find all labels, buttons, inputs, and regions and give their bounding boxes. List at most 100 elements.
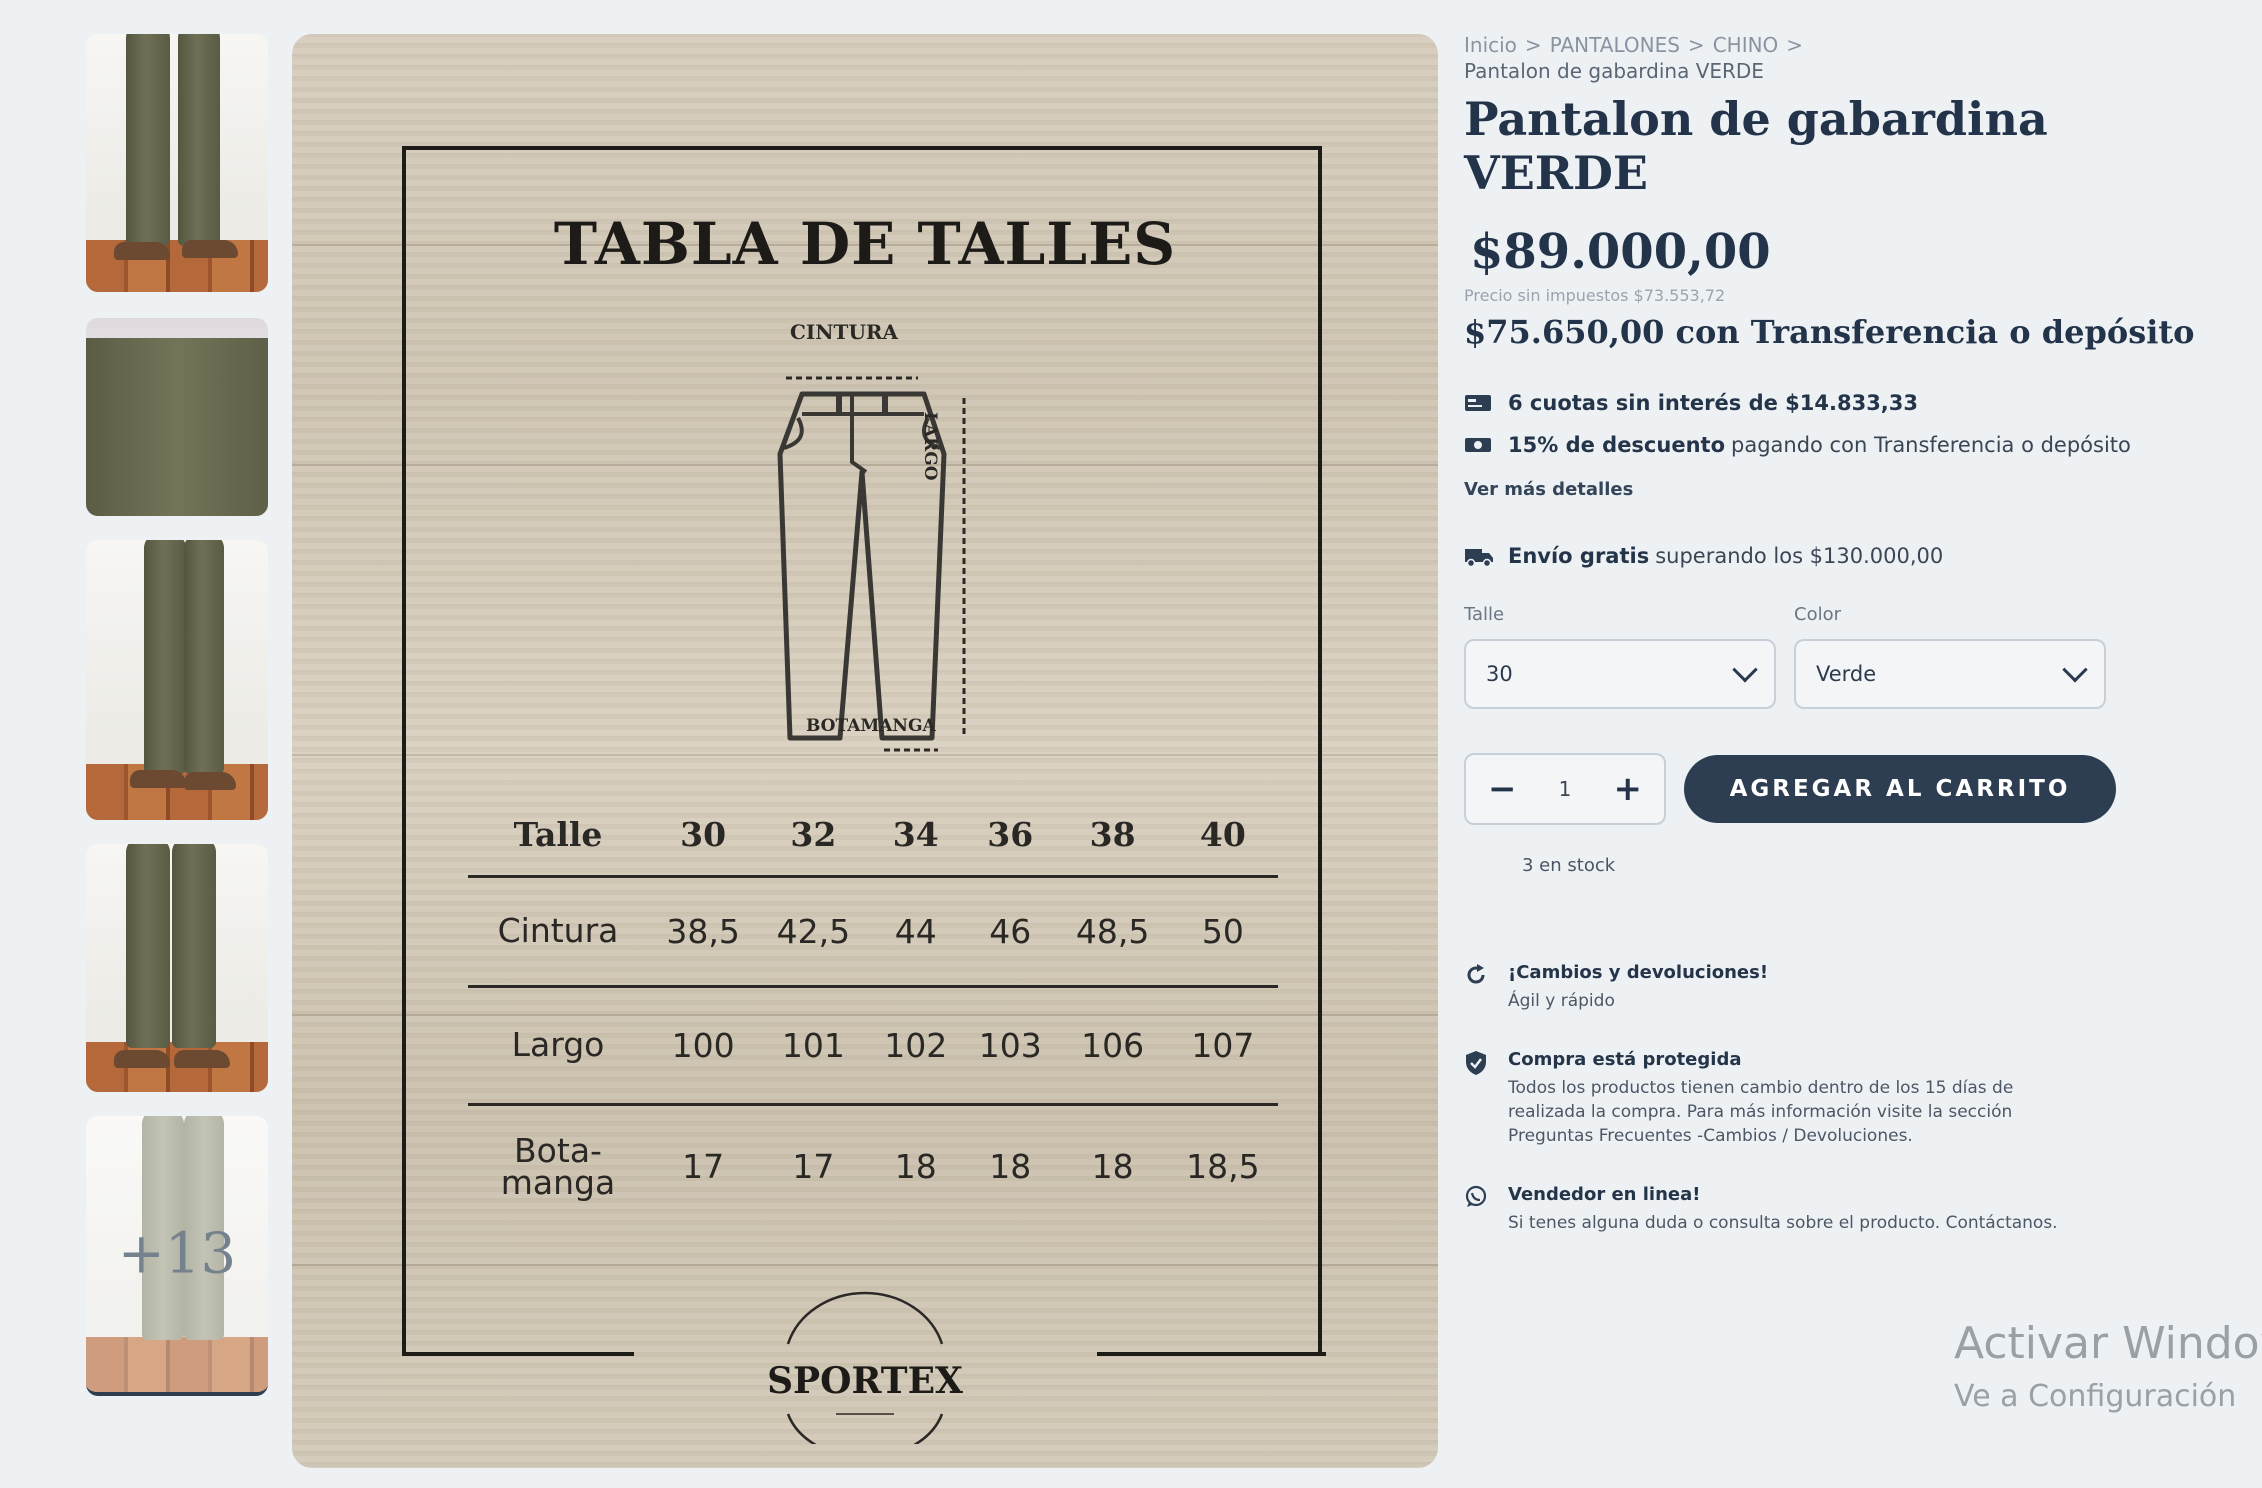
transfer-price: $75.650,00 con Transferencia o depósito (1464, 313, 2195, 351)
brand-name: SPORTEX (767, 1360, 963, 1402)
product-price: $89.000,00 (1470, 224, 1771, 280)
feature-desc: Ágil y rápido (1508, 991, 1615, 1011)
page-title: Pantalon de gabardina VERDE (1464, 92, 2224, 200)
discount-bold: 15% de descuento (1508, 433, 1725, 457)
size-select-value: 30 (1486, 662, 1513, 686)
row-label-waist: Cintura (497, 911, 619, 950)
size-col: 34 (892, 814, 939, 854)
truck-icon (1464, 546, 1493, 568)
discount-rest: pagando con Transferencia o depósito (1731, 433, 2131, 457)
feature-returns: ¡Cambios y devoluciones! Ágil y rápido (1464, 962, 2224, 1013)
table-cell: 100 (671, 1025, 735, 1065)
watermark-line2: Ve a Configuración (1954, 1379, 2237, 1414)
watermark-line1: Activar Windows (1954, 1318, 2262, 1369)
table-cell: 102 (884, 1025, 948, 1065)
row-label-hem-line2: manga (500, 1162, 616, 1202)
size-select-group: Talle 30 (1464, 604, 1776, 709)
windows-activation-watermark: Activar Windows Ve a Configuración (1954, 1318, 2262, 1414)
installments-text: 6 cuotas sin interés de $14.833,33 (1508, 391, 1919, 415)
breadcrumb-link-category[interactable]: PANTALONES (1550, 33, 1680, 57)
logo-arcs-icon (786, 1291, 944, 1459)
cash-icon (1464, 435, 1492, 455)
variant-selectors: Talle 30 Color Verde (1464, 604, 2224, 709)
feature-desc: Si tenes alguna duda o consulta sobre el… (1508, 1213, 2058, 1233)
size-col: 38 (1089, 814, 1136, 854)
table-cell: 18 (894, 1147, 937, 1187)
table-cell: 18 (1091, 1147, 1134, 1187)
size-select[interactable]: 30 (1464, 639, 1776, 709)
breadcrumb-link-home[interactable]: Inicio (1464, 33, 1517, 57)
feature-seller-online: Vendedor en linea! Si tenes alguna duda … (1464, 1184, 2224, 1235)
more-images-count: +13 (117, 1221, 237, 1287)
chevron-down-icon (2062, 657, 2088, 683)
quantity-stepper: − 1 + (1464, 753, 1666, 825)
free-shipping-info: Envío gratis superando los $130.000,00 (1464, 544, 2224, 568)
thumbnail-4[interactable] (86, 844, 268, 1092)
thumbnail-2[interactable] (86, 318, 268, 516)
quantity-decrease-button[interactable]: − (1488, 772, 1517, 806)
add-to-cart-button[interactable]: AGREGAR AL CARRITO (1684, 755, 2116, 823)
breadcrumb-separator: > (1786, 33, 1804, 57)
table-cell: 106 (1081, 1025, 1145, 1065)
size-select-label: Talle (1464, 604, 1505, 625)
feature-title: ¡Cambios y devoluciones! (1508, 962, 1769, 983)
whatsapp-icon (1464, 1185, 1492, 1235)
frame-bottom-right (1097, 1352, 1326, 1356)
free-shipping-rest: superando los $130.000,00 (1655, 544, 1944, 568)
color-select[interactable]: Verde (1794, 639, 2106, 709)
table-cell: 50 (1201, 911, 1244, 951)
page-title-line1: Pantalon de gabardina (1464, 92, 2048, 146)
breadcrumb-separator: > (1687, 33, 1705, 57)
table-cell: 17 (792, 1147, 835, 1187)
quantity-input[interactable]: 1 (1559, 777, 1572, 801)
table-cell: 46 (989, 911, 1032, 951)
thumbnail-more[interactable]: +13 (86, 1116, 268, 1396)
table-row: Bota- manga 17 17 18 18 18 18,5 (468, 1104, 1278, 1228)
free-shipping-bold: Envío gratis (1508, 544, 1650, 568)
size-header-label: Talle (513, 814, 603, 854)
color-select-value: Verde (1816, 662, 1877, 686)
size-col: 40 (1199, 814, 1246, 854)
price-without-tax: Precio sin impuestos $73.553,72 (1464, 286, 1726, 305)
chevron-down-icon (1732, 657, 1758, 683)
color-select-label: Color (1794, 604, 1841, 625)
thumbnail-3[interactable] (86, 540, 268, 820)
feature-protected: Compra está protegida Todos los producto… (1464, 1049, 2224, 1148)
table-cell: 103 (978, 1025, 1042, 1065)
more-details-link[interactable]: Ver más detalles (1464, 479, 2224, 500)
size-col: 32 (790, 814, 837, 854)
product-info: Inicio > PANTALONES > CHINO > Pantalon de gab… (1464, 32, 2224, 1235)
table-cell: 38,5 (666, 911, 740, 951)
brand-logo: SPORTEX (760, 1264, 970, 1459)
table-cell: 18 (989, 1147, 1032, 1187)
credit-card-icon (1464, 393, 1492, 413)
table-cell: 18,5 (1186, 1147, 1260, 1187)
size-header-row: Talle 30 32 34 36 38 40 (468, 794, 1278, 876)
installments-info: 6 cuotas sin interés de $14.833,33 (1464, 391, 2224, 415)
row-label-hem: Bota- manga (468, 1104, 648, 1228)
main-product-image[interactable]: TABLA DE TALLES CINTURA LARGO BOTAMANGA … (292, 34, 1438, 1468)
discount-info: 15% de descuento pagando con Transferenci… (1464, 433, 2224, 457)
table-row: Largo 100 101 102 103 106 107 (468, 986, 1278, 1104)
table-cell: 101 (781, 1025, 845, 1065)
stock-status: 3 en stock (1522, 855, 1616, 876)
breadcrumb-link-subcategory[interactable]: CHINO (1713, 33, 1779, 57)
size-table: Talle 30 32 34 36 38 40 Cintura 38,5 42,… (468, 794, 1278, 1228)
diagram-label-waist: CINTURA (790, 320, 899, 344)
breadcrumb-separator: > (1524, 33, 1542, 57)
table-cell: 17 (682, 1147, 725, 1187)
diagram-label-length: LARGO (920, 412, 940, 481)
thumbnail-1[interactable] (86, 34, 268, 292)
breadcrumb: Inicio > PANTALONES > CHINO > Pantalon de gab… (1464, 32, 2224, 84)
size-chart-title: TABLA DE TALLES (553, 210, 1177, 278)
quantity-increase-button[interactable]: + (1613, 772, 1642, 806)
row-label-length: Largo (511, 1025, 605, 1064)
color-select-group: Color Verde (1794, 604, 2106, 709)
table-row: Cintura 38,5 42,5 44 46 48,5 50 (468, 876, 1278, 986)
buy-row: − 1 + AGREGAR AL CARRITO (1464, 753, 2224, 825)
feature-desc: Todos los productos tienen cambio dentro… (1508, 1078, 2014, 1146)
row-label-hem-line1: Bota- (514, 1130, 602, 1170)
size-col: 30 (680, 814, 727, 854)
pants-diagram-icon (777, 376, 966, 752)
table-cell: 44 (894, 911, 937, 951)
